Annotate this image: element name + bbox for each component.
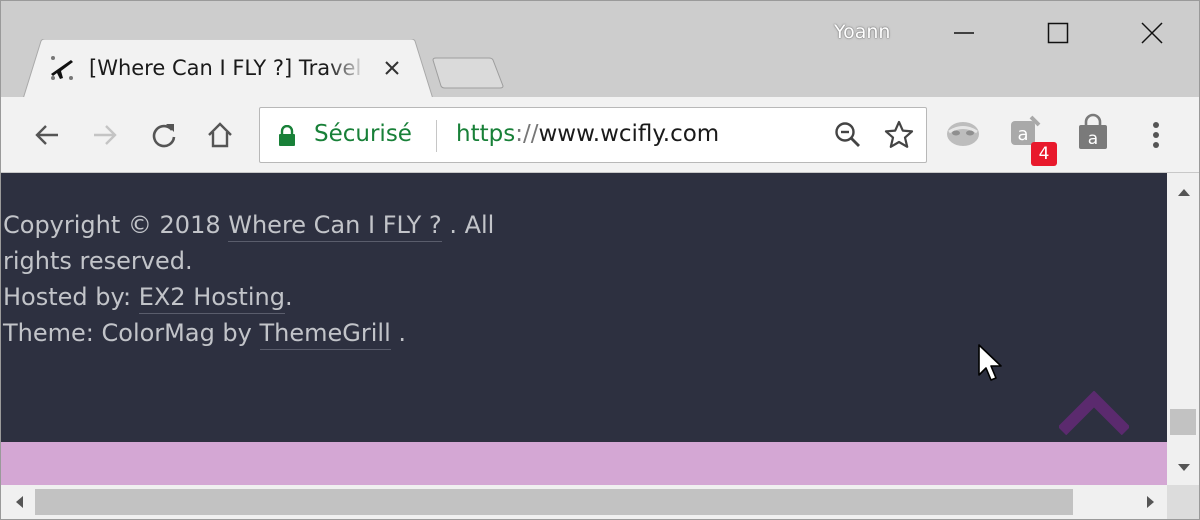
theme-period: . — [390, 319, 407, 347]
minimize-button[interactable] — [941, 13, 987, 53]
footer-credits: Copyright © 2018 Where Can I FLY ? . All… — [3, 207, 563, 351]
home-icon — [208, 122, 232, 148]
address-divider — [436, 120, 437, 152]
zoom-out-icon[interactable] — [834, 121, 862, 149]
airplane-icon — [47, 54, 77, 82]
triangle-up-icon — [1178, 189, 1190, 196]
more-menu-icon[interactable] — [1141, 117, 1171, 153]
close-icon — [385, 61, 399, 75]
forward-button[interactable] — [87, 117, 123, 153]
hosted-text: Hosted by: — [3, 283, 139, 311]
url-text[interactable]: https://www.wcifly.com — [456, 121, 719, 147]
reload-button[interactable] — [146, 117, 182, 153]
reload-icon — [152, 124, 176, 148]
maximize-icon — [1047, 22, 1069, 44]
lock-icon — [279, 125, 295, 146]
scroll-down-button[interactable] — [1167, 455, 1199, 481]
url-scheme: https — [456, 121, 516, 147]
extension-shopping-bag-icon[interactable]: a — [1073, 113, 1113, 153]
page-viewport: Copyright © 2018 Where Can I FLY ? . All… — [1, 173, 1167, 485]
mouse-pointer-icon — [978, 344, 1002, 381]
tab-active[interactable]: [Where Can I FLY ?] Travel — [23, 39, 433, 99]
triangle-right-icon — [1147, 496, 1154, 508]
vertical-scrollbar[interactable] — [1167, 173, 1199, 485]
hosted-period: . — [284, 283, 293, 311]
scroll-up-button[interactable] — [1167, 179, 1199, 205]
triangle-down-icon — [1178, 464, 1190, 471]
triangle-left-icon — [16, 496, 23, 508]
horizontal-scroll-thumb[interactable] — [35, 489, 1073, 515]
close-icon — [1141, 22, 1163, 44]
theme-text: Theme: ColorMag by — [3, 319, 260, 347]
extension-mask-icon[interactable] — [943, 113, 983, 153]
scroll-to-top-button[interactable] — [1059, 391, 1129, 435]
browser-toolbar: Sécurisé https://www.wcifly.com a a — [1, 97, 1199, 173]
page-bottom-band — [1, 442, 1167, 485]
svg-text:a: a — [1088, 129, 1098, 149]
vertical-scroll-thumb[interactable] — [1170, 409, 1196, 435]
profile-name[interactable]: Yoann — [834, 21, 890, 43]
url-host: www.wcifly.com — [538, 121, 720, 147]
url-separator: :// — [515, 121, 539, 147]
copyright-text: Copyright © 2018 — [3, 211, 229, 239]
address-bar[interactable]: Sécurisé https://www.wcifly.com — [259, 107, 927, 163]
arrow-right-icon — [94, 125, 117, 145]
back-button[interactable] — [29, 117, 65, 153]
site-link[interactable]: Where Can I FLY ? — [228, 211, 442, 242]
svg-text:a: a — [1017, 124, 1028, 145]
hosted-line: Hosted by: EX2 Hosting. — [3, 279, 563, 315]
home-button[interactable] — [202, 117, 238, 153]
scroll-right-button[interactable] — [1137, 485, 1165, 519]
browser-window: Yoann [Where Can I FLY ?] Travel Sécuris… — [0, 0, 1200, 520]
maximize-button[interactable] — [1035, 13, 1081, 53]
tab-close-button[interactable] — [379, 55, 405, 81]
extension-badge: 4 — [1031, 142, 1057, 166]
new-tab-button[interactable] — [431, 57, 505, 89]
copyright-line: Copyright © 2018 Where Can I FLY ? . All… — [3, 207, 563, 279]
minimize-icon — [954, 32, 974, 34]
close-window-button[interactable] — [1129, 13, 1175, 53]
arrow-left-icon — [35, 125, 58, 145]
theme-line: Theme: ColorMag by ThemeGrill . — [3, 315, 563, 351]
tab-title: [Where Can I FLY ?] Travel — [89, 56, 362, 80]
hosting-link[interactable]: EX2 Hosting — [138, 283, 285, 314]
themegrill-link[interactable]: ThemeGrill — [259, 319, 391, 350]
bookmark-star-icon[interactable] — [884, 120, 914, 150]
scrollbar-corner — [1167, 485, 1199, 519]
horizontal-scrollbar[interactable] — [1, 485, 1199, 519]
security-indicator[interactable]: Sécurisé — [314, 121, 412, 147]
scroll-left-button[interactable] — [5, 485, 33, 519]
title-bar: Yoann [Where Can I FLY ?] Travel — [1, 1, 1199, 99]
